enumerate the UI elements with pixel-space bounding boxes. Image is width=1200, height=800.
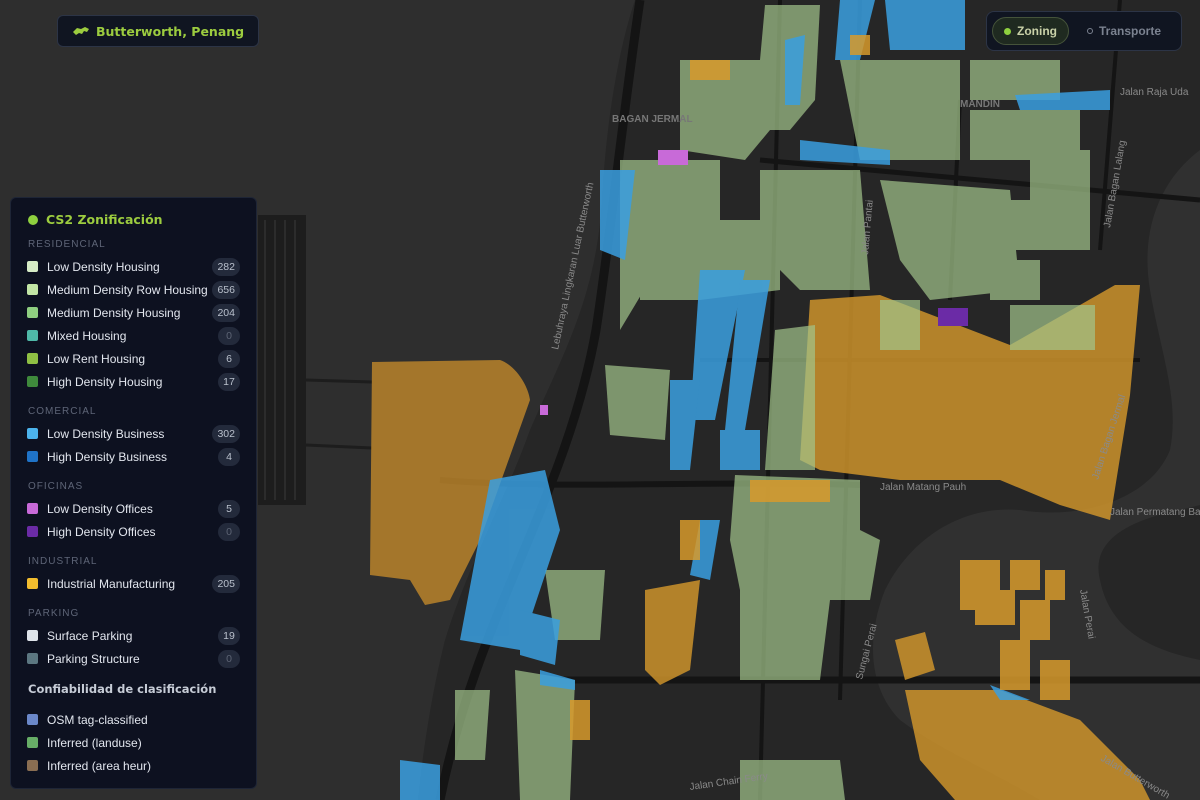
zone-label: Medium Density Housing xyxy=(47,305,181,320)
legend-row-high-density-business[interactable]: High Density Business 4 xyxy=(27,445,240,468)
color-swatch xyxy=(27,330,38,341)
confidence-row-inferred-area: Inferred (area heur) xyxy=(27,754,240,777)
count-badge: 19 xyxy=(218,626,240,645)
color-swatch xyxy=(27,737,38,748)
legend-row-low-density-offices[interactable]: Low Density Offices 5 xyxy=(27,497,240,520)
color-swatch xyxy=(27,653,38,664)
zone-label: Low Density Offices xyxy=(47,501,153,516)
status-dot-icon xyxy=(28,214,38,225)
color-swatch xyxy=(27,630,38,641)
count-badge: 204 xyxy=(212,303,240,322)
color-swatch xyxy=(27,428,38,439)
zone-label: Low Density Business xyxy=(47,426,165,441)
confidence-row-osm-tag: OSM tag-classified xyxy=(27,708,240,731)
road-label-jalan-matang-pauh: Jalan Matang Pauh xyxy=(880,482,966,493)
zone-label: High Density Business xyxy=(47,449,168,464)
color-swatch xyxy=(27,353,38,364)
count-badge: 0 xyxy=(218,649,240,668)
count-badge: 0 xyxy=(218,522,240,541)
section-header-residencial: RESIDENCIAL xyxy=(28,239,106,250)
legend-row-parking-structure[interactable]: Parking Structure 0 xyxy=(27,647,240,670)
place-label-bagan-jermal: BAGAN JERMAL xyxy=(612,114,693,125)
confidence-label: OSM tag-classified xyxy=(47,712,148,727)
legend-row-medium-density-row-housing[interactable]: Medium Density Row Housing 656 xyxy=(27,278,240,301)
zoning-legend-panel: CS2 Zonificación RESIDENCIAL Low Density… xyxy=(10,197,257,789)
zone-label: Low Rent Housing xyxy=(47,351,146,366)
color-swatch xyxy=(27,503,38,514)
legend-row-high-density-offices[interactable]: High Density Offices 0 xyxy=(27,520,240,543)
place-label-mandin: MANDIN xyxy=(960,99,1000,110)
confidence-row-inferred-landuse: Inferred (landuse) xyxy=(27,731,240,754)
zone-label: Surface Parking xyxy=(47,628,133,643)
count-badge: 0 xyxy=(218,326,240,345)
transport-mode-label: Transporte xyxy=(1098,24,1161,38)
zoning-mode-label: Zoning xyxy=(1017,24,1057,38)
count-badge: 656 xyxy=(212,280,240,299)
zone-label: High Density Housing xyxy=(47,374,163,389)
color-swatch xyxy=(27,526,38,537)
count-badge: 17 xyxy=(218,372,240,391)
section-header-comercial: COMERCIAL xyxy=(28,406,97,417)
count-badge: 205 xyxy=(212,574,240,593)
legend-title: CS2 Zonificación xyxy=(28,212,240,227)
legend-row-mixed-housing[interactable]: Mixed Housing 0 xyxy=(27,324,240,347)
confidence-label: Inferred (area heur) xyxy=(47,758,152,773)
legend-title-text: CS2 Zonificación xyxy=(46,212,163,227)
zone-label: Mixed Housing xyxy=(47,328,127,343)
color-swatch xyxy=(27,714,38,725)
color-swatch xyxy=(27,284,38,295)
road-label-jalan-permatang-batu: Jalan Permatang Batu xyxy=(1110,507,1200,518)
color-swatch xyxy=(27,261,38,272)
color-swatch xyxy=(27,451,38,462)
legend-row-surface-parking[interactable]: Surface Parking 19 xyxy=(27,624,240,647)
legend-row-industrial-manufacturing[interactable]: Industrial Manufacturing 205 xyxy=(27,572,240,595)
legend-row-low-density-housing[interactable]: Low Density Housing 282 xyxy=(27,255,240,278)
active-dot-icon xyxy=(1004,27,1011,35)
legend-row-low-density-business[interactable]: Low Density Business 302 xyxy=(27,422,240,445)
confidence-title: Confiabilidad de clasificación xyxy=(28,682,217,696)
legend-row-medium-density-housing[interactable]: Medium Density Housing 204 xyxy=(27,301,240,324)
zone-label: Medium Density Row Housing xyxy=(47,282,208,297)
section-header-parking: PARKING xyxy=(28,608,80,619)
zone-label: Industrial Manufacturing xyxy=(47,576,176,591)
count-badge: 4 xyxy=(218,447,240,466)
location-label: Butterworth, Penang xyxy=(96,23,245,39)
animal-icon xyxy=(72,25,90,37)
zone-label: High Density Offices xyxy=(47,524,156,539)
zone-label: Low Density Housing xyxy=(47,259,160,274)
transport-mode-button[interactable]: Transporte xyxy=(1075,17,1173,45)
zone-label: Parking Structure xyxy=(47,651,140,666)
count-badge: 6 xyxy=(218,349,240,368)
color-swatch xyxy=(27,578,38,589)
color-swatch xyxy=(27,760,38,771)
section-header-industrial: INDUSTRIAL xyxy=(28,556,98,567)
color-swatch xyxy=(27,376,38,387)
count-badge: 302 xyxy=(212,424,240,443)
legend-row-high-density-housing[interactable]: High Density Housing 17 xyxy=(27,370,240,393)
legend-row-low-rent-housing[interactable]: Low Rent Housing 6 xyxy=(27,347,240,370)
count-badge: 5 xyxy=(218,499,240,518)
confidence-label: Inferred (landuse) xyxy=(47,735,142,750)
mode-toggle: Zoning Transporte xyxy=(986,11,1182,51)
count-badge: 282 xyxy=(212,257,240,276)
section-header-oficinas: OFICINAS xyxy=(28,481,84,492)
inactive-dot-icon xyxy=(1086,28,1093,34)
zoning-mode-button[interactable]: Zoning xyxy=(992,17,1069,45)
road-label-jalan-raja-uda: Jalan Raja Uda xyxy=(1120,87,1189,98)
color-swatch xyxy=(27,307,38,318)
location-badge: Butterworth, Penang xyxy=(57,15,260,47)
